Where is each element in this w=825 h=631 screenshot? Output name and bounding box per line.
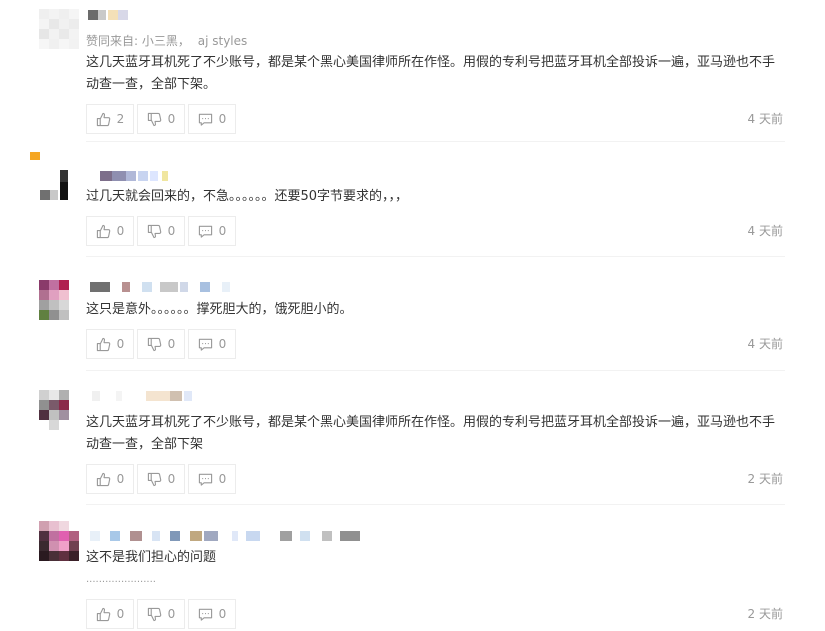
like-count: 0 xyxy=(116,607,125,621)
reply-button[interactable]: 0 xyxy=(188,216,236,246)
dislike-count: 0 xyxy=(167,607,176,621)
comment-time: 4 天前 xyxy=(747,224,783,238)
reply-count: 0 xyxy=(218,224,227,238)
dislike-button[interactable]: 0 xyxy=(137,329,185,359)
reply-count: 0 xyxy=(218,472,227,486)
comment-time: 2 天前 xyxy=(747,472,783,486)
dislike-count: 0 xyxy=(167,472,176,486)
comment-actions: 0 0 0 xyxy=(86,599,239,629)
liked-from: 赞同来自: 小三黑， aj styles xyxy=(86,34,248,48)
avatar[interactable] xyxy=(39,280,79,320)
username[interactable] xyxy=(86,10,146,24)
like-button[interactable]: 2 xyxy=(86,104,134,134)
avatar[interactable] xyxy=(39,390,79,430)
liked-from-label: 赞同来自: xyxy=(86,34,139,48)
thumbs-up-icon xyxy=(96,472,110,486)
dislike-button[interactable]: 0 xyxy=(137,104,185,134)
thumbs-up-icon xyxy=(96,112,110,126)
comment-text: 这几天蓝牙耳机死了不少账号，都是某个黑心美国律师所在作怪。用假的专利号把蓝牙耳机… xyxy=(86,415,776,452)
like-button[interactable]: 0 xyxy=(86,329,134,359)
comment-actions: 0 0 0 xyxy=(86,329,239,359)
comment-extra: ...................... xyxy=(86,574,156,585)
thumbs-down-icon xyxy=(147,607,161,621)
reply-button[interactable]: 0 xyxy=(188,464,236,494)
dislike-button[interactable]: 0 xyxy=(137,216,185,246)
like-count: 0 xyxy=(116,472,125,486)
username[interactable] xyxy=(86,391,206,405)
divider xyxy=(86,256,785,257)
thumbs-up-icon xyxy=(96,607,110,621)
thumbs-up-icon xyxy=(96,337,110,351)
comment-text: 过几天就会回来的，不急。。。。。。还要50字节要求的，，， xyxy=(86,189,409,204)
thumbs-up-icon xyxy=(96,224,110,238)
divider xyxy=(86,141,785,142)
username[interactable] xyxy=(86,282,246,296)
thumbs-down-icon xyxy=(147,224,161,238)
dislike-count: 0 xyxy=(167,112,176,126)
avatar[interactable] xyxy=(39,521,79,561)
reply-button[interactable]: 0 xyxy=(188,599,236,629)
dislike-count: 0 xyxy=(167,337,176,351)
avatar[interactable] xyxy=(30,152,72,202)
comment-time: 4 天前 xyxy=(747,337,783,351)
liked-user[interactable]: aj styles xyxy=(198,34,248,48)
divider xyxy=(86,370,785,371)
comment-actions: 2 0 0 xyxy=(86,104,239,134)
thumbs-down-icon xyxy=(147,472,161,486)
reply-count: 0 xyxy=(218,337,227,351)
comment-time: 4 天前 xyxy=(747,112,783,126)
comment-text: 这几天蓝牙耳机死了不少账号，都是某个黑心美国律师所在作怪。用假的专利号把蓝牙耳机… xyxy=(86,55,776,92)
username[interactable] xyxy=(86,171,176,185)
like-button[interactable]: 0 xyxy=(86,599,134,629)
thumbs-down-icon xyxy=(147,337,161,351)
thumbs-down-icon xyxy=(147,112,161,126)
like-button[interactable]: 0 xyxy=(86,464,134,494)
divider xyxy=(86,504,785,505)
dislike-button[interactable]: 0 xyxy=(137,599,185,629)
comment-time: 2 天前 xyxy=(747,607,783,621)
reply-button[interactable]: 0 xyxy=(188,104,236,134)
dislike-button[interactable]: 0 xyxy=(137,464,185,494)
comment-icon xyxy=(198,113,212,126)
dislike-count: 0 xyxy=(167,224,176,238)
like-count: 2 xyxy=(116,112,125,126)
reply-count: 0 xyxy=(218,607,227,621)
like-button[interactable]: 0 xyxy=(86,216,134,246)
reply-count: 0 xyxy=(218,112,227,126)
comment-text: 这不是我们担心的问题 xyxy=(86,550,217,565)
username[interactable] xyxy=(86,531,366,545)
comment-icon xyxy=(198,225,212,238)
reply-button[interactable]: 0 xyxy=(188,329,236,359)
comment-actions: 0 0 0 xyxy=(86,216,239,246)
comment-icon xyxy=(198,608,212,621)
comment-icon xyxy=(198,338,212,351)
liked-user[interactable]: 小三黑 xyxy=(142,34,178,48)
like-count: 0 xyxy=(116,337,125,351)
avatar[interactable] xyxy=(39,9,79,49)
comment-text: 这只是意外。。。。。。撑死胆大的，饿死胆小的。 xyxy=(86,302,353,317)
like-count: 0 xyxy=(116,224,125,238)
comment-icon xyxy=(198,473,212,486)
comment-actions: 0 0 0 xyxy=(86,464,239,494)
